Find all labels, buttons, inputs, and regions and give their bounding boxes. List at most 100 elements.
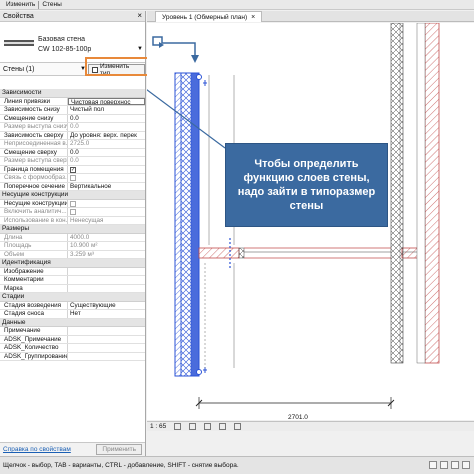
dropdown-arrow-icon[interactable]: ▼ xyxy=(137,46,143,52)
property-value[interactable] xyxy=(68,285,145,293)
dimension-label: 2701.0 xyxy=(288,414,308,421)
ribbon-item-modify[interactable]: Изменить xyxy=(3,1,38,8)
property-key: Марка xyxy=(0,284,68,292)
property-row[interactable]: Смещение сверху 0.0 xyxy=(0,148,145,157)
property-value[interactable] xyxy=(68,344,145,352)
properties-grid: Зависимости Линия привязки Чистовая поверх… xyxy=(0,89,145,361)
property-value: 0.0 xyxy=(70,157,79,164)
property-row: Площадь 10.900 м² xyxy=(0,242,145,251)
property-key: Включить аналитич... xyxy=(0,208,68,216)
property-value[interactable]: Вертикальное xyxy=(68,183,145,191)
property-row[interactable]: Смещение снизу 0.0 xyxy=(0,114,145,123)
property-key: Изображение xyxy=(0,267,68,275)
dimension-line xyxy=(195,397,395,409)
property-group-header[interactable]: Данные xyxy=(0,318,145,327)
property-value[interactable] xyxy=(68,327,145,335)
property-key: Зависимость снизу xyxy=(0,106,68,114)
property-key: Размер выступа снизу xyxy=(0,123,68,131)
selected-wall[interactable] xyxy=(174,72,207,377)
property-row[interactable]: Линия привязки Чистовая поверхнос xyxy=(0,97,145,106)
property-key: Связь с формообраз... xyxy=(0,174,68,182)
design-options-icon[interactable] xyxy=(440,461,448,469)
property-row[interactable]: Марка xyxy=(0,284,145,293)
property-group-header[interactable]: Размеры xyxy=(0,225,145,234)
sun-path-icon[interactable] xyxy=(204,423,212,430)
property-row[interactable]: Изображение xyxy=(0,267,145,276)
property-group-header[interactable]: Идентификация xyxy=(0,259,145,268)
property-value[interactable]: Чистовая поверхнос xyxy=(68,97,145,105)
property-value[interactable] xyxy=(68,276,145,284)
property-row[interactable]: Примечание xyxy=(0,327,145,336)
property-value[interactable] xyxy=(68,268,145,276)
property-row[interactable]: Поперечное сечение Вертикальное xyxy=(0,182,145,191)
tab-level-1[interactable]: Уровень 1 (Обмерный план) × xyxy=(155,11,263,22)
tab-label: Уровень 1 (Обмерный план) xyxy=(162,13,248,21)
property-key: Примечание xyxy=(0,327,68,335)
filter-icon[interactable] xyxy=(462,461,470,469)
close-icon[interactable]: × xyxy=(137,12,142,20)
property-value[interactable] xyxy=(68,353,145,361)
property-key: Смещение сверху xyxy=(0,148,68,156)
property-row[interactable]: Комментарии xyxy=(0,276,145,285)
ribbon-item-walls[interactable]: Стены xyxy=(39,1,64,8)
status-bar: Щелчок - выбор, TAB - варианты, CTRL - д… xyxy=(0,456,474,474)
property-key: Длина xyxy=(0,233,68,241)
property-value: 4000.0 xyxy=(70,233,90,241)
select-links-icon[interactable] xyxy=(451,461,459,469)
visual-style-icon[interactable] xyxy=(189,423,197,430)
checkbox-checked-icon[interactable]: ✓ xyxy=(70,166,76,173)
view-tab-bar: Уровень 1 (Обмерный план) × xyxy=(147,11,474,22)
property-value[interactable] xyxy=(68,200,145,208)
checkbox-unchecked-icon[interactable] xyxy=(70,200,76,207)
property-key: Несущие конструкции xyxy=(0,199,68,207)
property-key: ADSK_Группирование xyxy=(0,352,68,360)
property-key: Поперечное сечение xyxy=(0,182,68,190)
property-value xyxy=(68,174,145,182)
property-row[interactable]: Стадия возведения Существующие xyxy=(0,301,145,310)
property-row[interactable]: Стадия сноса Нет xyxy=(0,310,145,319)
property-value[interactable]: 0.0 xyxy=(68,149,145,157)
properties-title: Свойства xyxy=(3,12,34,20)
type-family: Базовая стена xyxy=(38,36,85,43)
property-row[interactable]: Граница помещения ✓ xyxy=(0,165,145,174)
properties-panel: Свойства × Базовая стена CW 102-85-100p … xyxy=(0,11,146,456)
property-group-header[interactable]: Стадии xyxy=(0,293,145,302)
property-value[interactable]: Нет xyxy=(68,310,145,318)
property-row: Неприсоединенная в... 2725.0 xyxy=(0,140,145,149)
property-row[interactable]: Зависимость снизу Чистый пол xyxy=(0,106,145,115)
property-value[interactable]: Чистый пол xyxy=(68,106,145,114)
property-value: 2725.0 xyxy=(70,140,90,147)
shadows-icon[interactable] xyxy=(219,423,227,430)
status-icons xyxy=(429,461,470,469)
property-value: 3.259 м³ xyxy=(70,250,94,258)
properties-title-bar: Свойства × xyxy=(0,11,145,22)
worksets-icon[interactable] xyxy=(429,461,437,469)
apply-button[interactable]: Применить xyxy=(96,444,142,455)
property-key: Неприсоединенная в... xyxy=(0,140,68,148)
property-group-header[interactable]: Несущие конструкции xyxy=(0,191,145,200)
property-row: Длина 4000.0 xyxy=(0,233,145,242)
crop-view-icon[interactable] xyxy=(234,423,242,430)
property-value: Ненесущая xyxy=(70,216,104,224)
property-value[interactable]: До уровня: верх. перек xyxy=(68,132,145,140)
property-value[interactable]: Существующие xyxy=(68,302,145,310)
property-value[interactable] xyxy=(68,336,145,344)
property-value xyxy=(68,208,145,216)
property-group-header[interactable]: Зависимости xyxy=(0,89,145,98)
property-value[interactable]: 0.0 xyxy=(68,115,145,123)
properties-help-link[interactable]: Справка по свойствам xyxy=(3,446,71,453)
property-key: Стадия возведения xyxy=(0,301,68,309)
property-row[interactable]: Зависимость сверху До уровня: верх. перек xyxy=(0,131,145,140)
properties-footer: Справка по свойствам Применить xyxy=(0,442,145,456)
property-row[interactable]: ADSK_Примечание xyxy=(0,335,145,344)
close-tab-icon[interactable]: × xyxy=(251,14,255,21)
property-key: Зависимость сверху xyxy=(0,131,68,139)
explanation-callout: Чтобы определить функцию слоев стены, на… xyxy=(225,143,388,227)
property-value[interactable]: ✓ xyxy=(68,166,145,174)
property-row[interactable]: ADSK_Группирование xyxy=(0,352,145,361)
view-scale[interactable]: 1 : 65 xyxy=(150,423,166,430)
property-row: Размер выступа сверху 0.0 xyxy=(0,157,145,166)
property-row[interactable]: Несущие конструкции xyxy=(0,199,145,208)
property-row[interactable]: ADSK_Количество xyxy=(0,344,145,353)
detail-level-icon[interactable] xyxy=(174,423,182,430)
